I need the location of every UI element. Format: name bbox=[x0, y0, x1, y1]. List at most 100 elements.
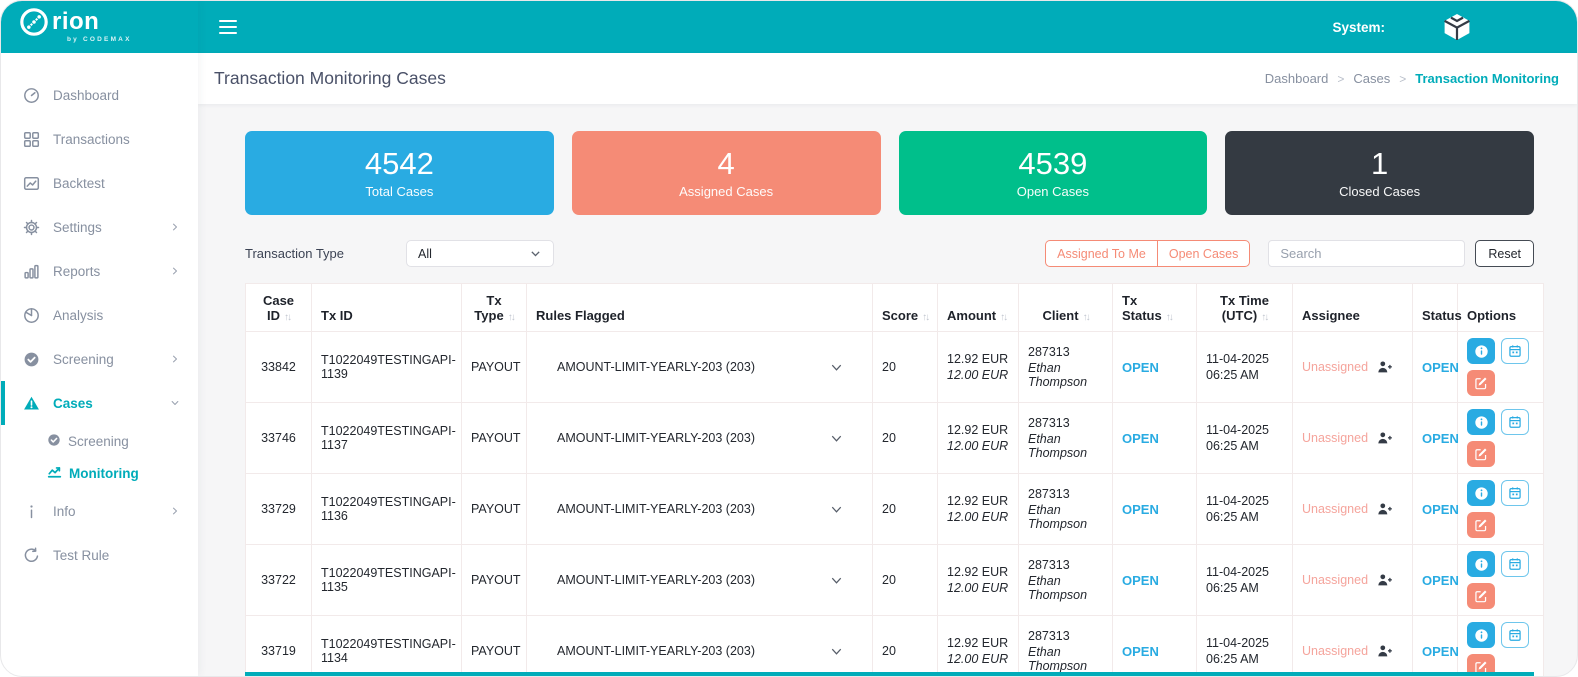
reset-button[interactable]: Reset bbox=[1475, 240, 1534, 267]
case-info-button[interactable] bbox=[1467, 622, 1495, 648]
open-cases-button[interactable]: Open Cases bbox=[1157, 240, 1250, 267]
menu-toggle-icon[interactable] bbox=[219, 20, 237, 34]
cell-tx-time: 11-04-202506:25 AM bbox=[1197, 616, 1293, 677]
column-header-label: Assignee bbox=[1302, 308, 1360, 323]
stat-value: 4542 bbox=[365, 148, 434, 179]
column-header-tx-time-utc-[interactable]: Tx Time (UTC)↑↓ bbox=[1197, 284, 1293, 332]
page-title: Transaction Monitoring Cases bbox=[214, 68, 446, 89]
column-header-label: Tx Status bbox=[1122, 293, 1162, 323]
column-header-tx-type[interactable]: Tx Type↑↓ bbox=[462, 284, 527, 332]
rules-flagged-dropdown[interactable]: AMOUNT-LIMIT-YEARLY-203 (203) bbox=[536, 360, 863, 375]
testrule-icon bbox=[23, 547, 40, 564]
rules-flagged-dropdown[interactable]: AMOUNT-LIMIT-YEARLY-203 (203) bbox=[536, 502, 863, 517]
rules-flagged-dropdown[interactable]: AMOUNT-LIMIT-YEARLY-203 (203) bbox=[536, 573, 863, 588]
sidebar-item-settings[interactable]: Settings bbox=[1, 205, 198, 249]
rules-flagged-dropdown[interactable]: AMOUNT-LIMIT-YEARLY-203 (203) bbox=[536, 431, 863, 446]
main-area: System: Transaction Monitoring Cases Das… bbox=[198, 1, 1577, 676]
sidebar-item-label: Settings bbox=[53, 220, 102, 235]
client-id: 287313 bbox=[1028, 629, 1103, 643]
stat-cards: 4542Total Cases4Assigned Cases4539Open C… bbox=[245, 131, 1534, 215]
assign-user-icon[interactable] bbox=[1377, 573, 1393, 587]
column-header-client[interactable]: Client ↑↓ bbox=[1019, 284, 1113, 332]
cell-status: OPEN bbox=[1413, 403, 1458, 474]
options-buttons bbox=[1467, 480, 1531, 538]
case-calendar-button[interactable] bbox=[1501, 409, 1529, 435]
system-cube-icon[interactable] bbox=[1441, 12, 1473, 42]
case-calendar-button[interactable] bbox=[1501, 338, 1529, 364]
column-header-case-id[interactable]: Case ID↑↓ bbox=[246, 284, 312, 332]
case-edit-button[interactable] bbox=[1467, 512, 1495, 538]
sidebar-item-label: Reports bbox=[53, 264, 100, 279]
case-info-button[interactable] bbox=[1467, 480, 1495, 506]
cell-status: OPEN bbox=[1413, 332, 1458, 403]
amount-original: 12.92 EUR bbox=[947, 494, 1009, 508]
case-edit-button[interactable] bbox=[1467, 441, 1495, 467]
stat-card-assigned-cases: 4Assigned Cases bbox=[572, 131, 881, 215]
sidebar-item-backtest[interactable]: Backtest bbox=[1, 161, 198, 205]
sidebar-item-dashboard[interactable]: Dashboard bbox=[1, 73, 198, 117]
assign-user-icon[interactable] bbox=[1377, 360, 1393, 374]
cell-amount: 12.92 EUR12.00 EUR bbox=[938, 545, 1019, 616]
breadcrumb-item[interactable]: Dashboard bbox=[1265, 71, 1329, 86]
sidebar-subitem-screening[interactable]: Screening bbox=[1, 425, 198, 457]
cell-tx-status: OPEN bbox=[1113, 474, 1197, 545]
edit-icon bbox=[1474, 589, 1488, 603]
case-info-button[interactable] bbox=[1467, 409, 1495, 435]
sidebar-item-reports[interactable]: Reports bbox=[1, 249, 198, 293]
case-info-button[interactable] bbox=[1467, 551, 1495, 577]
analysis-icon bbox=[23, 307, 40, 324]
rule-label: AMOUNT-LIMIT-YEARLY-203 (203) bbox=[557, 360, 755, 374]
case-edit-button[interactable] bbox=[1467, 583, 1495, 609]
stat-label: Open Cases bbox=[1017, 184, 1089, 199]
assign-user-icon[interactable] bbox=[1377, 502, 1393, 516]
chevron-down-icon bbox=[169, 397, 181, 409]
calendar-icon bbox=[1508, 415, 1522, 429]
tx-date: 11-04-2025 bbox=[1206, 636, 1283, 650]
sidebar-item-analysis[interactable]: Analysis bbox=[1, 293, 198, 337]
backtest-icon bbox=[23, 175, 40, 192]
sidebar-item-info[interactable]: Info bbox=[1, 489, 198, 533]
case-calendar-button[interactable] bbox=[1501, 622, 1529, 648]
column-header-label: Client bbox=[1042, 308, 1078, 323]
column-header-amount[interactable]: Amount↑↓ bbox=[938, 284, 1019, 332]
logo: rion by CODEMAX bbox=[1, 1, 198, 53]
case-edit-button[interactable] bbox=[1467, 370, 1495, 396]
options-buttons bbox=[1467, 409, 1531, 467]
dashboard-icon bbox=[23, 87, 40, 104]
cell-case-id: 33719 bbox=[246, 616, 312, 677]
transaction-type-select[interactable]: All bbox=[406, 240, 554, 267]
cell-tx-id: T1022049TESTINGAPI-1135 bbox=[312, 545, 462, 616]
chevron-down-icon bbox=[829, 502, 844, 517]
assign-user-icon[interactable] bbox=[1377, 431, 1393, 445]
sidebar-item-test-rule[interactable]: Test Rule bbox=[1, 533, 198, 577]
assign-user-icon[interactable] bbox=[1377, 644, 1393, 658]
cell-tx-time: 11-04-202506:25 AM bbox=[1197, 545, 1293, 616]
screening-icon bbox=[47, 433, 61, 450]
breadcrumb-item[interactable]: Cases bbox=[1353, 71, 1390, 86]
column-header-score[interactable]: Score↑↓ bbox=[873, 284, 938, 332]
case-calendar-button[interactable] bbox=[1501, 551, 1529, 577]
search-input[interactable] bbox=[1268, 240, 1465, 267]
case-calendar-button[interactable] bbox=[1501, 480, 1529, 506]
sidebar-item-cases[interactable]: Cases bbox=[1, 381, 198, 425]
column-header-tx-status[interactable]: Tx Status↑↓ bbox=[1113, 284, 1197, 332]
rules-flagged-dropdown[interactable]: AMOUNT-LIMIT-YEARLY-203 (203) bbox=[536, 644, 863, 659]
sidebar-subitem-monitoring[interactable]: Monitoring bbox=[1, 457, 198, 489]
edit-icon bbox=[1474, 518, 1488, 532]
cell-client: 287313Ethan Thompson bbox=[1019, 545, 1113, 616]
sidebar-item-transactions[interactable]: Transactions bbox=[1, 117, 198, 161]
sidebar: rion by CODEMAX DashboardTransactionsBac… bbox=[1, 1, 198, 676]
cell-client: 287313Ethan Thompson bbox=[1019, 332, 1113, 403]
sidebar-item-screening[interactable]: Screening bbox=[1, 337, 198, 381]
assigned-to-me-button[interactable]: Assigned To Me bbox=[1045, 240, 1157, 267]
client-name: Ethan Thompson bbox=[1028, 503, 1103, 531]
cell-options bbox=[1458, 403, 1544, 474]
cell-tx-type: PAYOUT bbox=[462, 474, 527, 545]
case-info-button[interactable] bbox=[1467, 338, 1495, 364]
breadcrumb-item: Transaction Monitoring bbox=[1415, 71, 1559, 86]
table-header-row: Case ID↑↓Tx IDTx Type↑↓Rules FlaggedScor… bbox=[246, 284, 1544, 332]
cell-tx-status: OPEN bbox=[1113, 332, 1197, 403]
sort-icon: ↑↓ bbox=[1083, 312, 1089, 323]
screening-icon bbox=[23, 351, 40, 368]
cell-tx-time: 11-04-202506:25 AM bbox=[1197, 403, 1293, 474]
